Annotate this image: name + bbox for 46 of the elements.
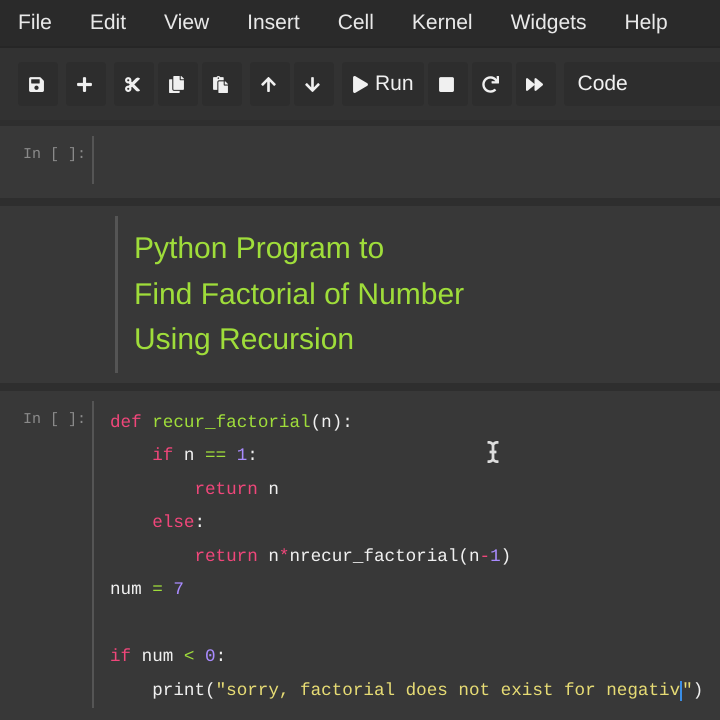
plus-icon	[76, 76, 93, 92]
cell-type-dropdown[interactable]: Code	[564, 62, 720, 106]
markdown-cell[interactable]: Python Program to Find Factorial of Number Using Recursion	[0, 206, 720, 382]
code-line: print("sorry, factorial does not exist for negativ")	[152, 680, 704, 702]
arrow-up-button[interactable]	[250, 62, 290, 106]
arrow-up-icon	[260, 76, 277, 92]
code-line: return n*nrecur_factorial(n-1)	[194, 546, 512, 568]
arrow-down-button[interactable]	[294, 62, 334, 106]
code-cell[interactable]: In [ ]: def recur_factorial(n): if n == 1: return n else: return n*nrecur_factorial(n-1) num = 7 if num < 0: print("sorry, factorial does not exist for negativ")	[0, 390, 720, 720]
code-line: if n == 1:	[152, 445, 258, 468]
code-line: def recur_factorial(n):	[110, 412, 353, 434]
run-button[interactable]: Run	[342, 62, 424, 106]
menu-item[interactable]: Edit	[90, 11, 126, 35]
play-icon	[352, 76, 369, 92]
menu-item[interactable]: View	[164, 11, 210, 35]
cell-prompt: In [ ]:	[22, 146, 86, 163]
code-line: else:	[152, 512, 206, 535]
plus-button[interactable]	[66, 62, 106, 106]
paste-button[interactable]	[202, 62, 242, 106]
restart-button[interactable]	[472, 62, 512, 106]
menu-item[interactable]: Cell	[338, 11, 374, 35]
menu-item[interactable]: File	[18, 11, 52, 35]
menu-item[interactable]: Widgets	[510, 11, 586, 35]
heading-text: Find Factorial of Number	[134, 276, 464, 312]
code-line: if num < 0:	[110, 646, 226, 669]
save-icon	[28, 76, 45, 92]
code-line: return n	[194, 478, 279, 502]
fast-forward-button[interactable]	[516, 62, 556, 106]
code-line: num = 7	[110, 579, 184, 602]
restart-icon	[482, 76, 499, 92]
menu-item[interactable]: Kernel	[412, 11, 473, 35]
cell-prompt: In [ ]:	[22, 410, 86, 428]
menu-item[interactable]: Insert	[247, 11, 300, 35]
stop-button[interactable]	[428, 62, 468, 106]
copy-icon	[168, 76, 185, 92]
paste-icon	[212, 76, 229, 92]
menu-item[interactable]: Help	[624, 11, 668, 35]
heading-text: Python Program to	[134, 231, 386, 267]
save-button[interactable]	[18, 62, 58, 106]
heading-text: Using Recursion	[134, 322, 356, 358]
scissors-icon	[124, 76, 141, 92]
scissors-button[interactable]	[114, 62, 154, 106]
fast-forward-icon	[526, 76, 543, 92]
stop-icon	[438, 76, 455, 92]
arrow-down-icon	[304, 76, 321, 92]
copy-button[interactable]	[158, 62, 198, 106]
